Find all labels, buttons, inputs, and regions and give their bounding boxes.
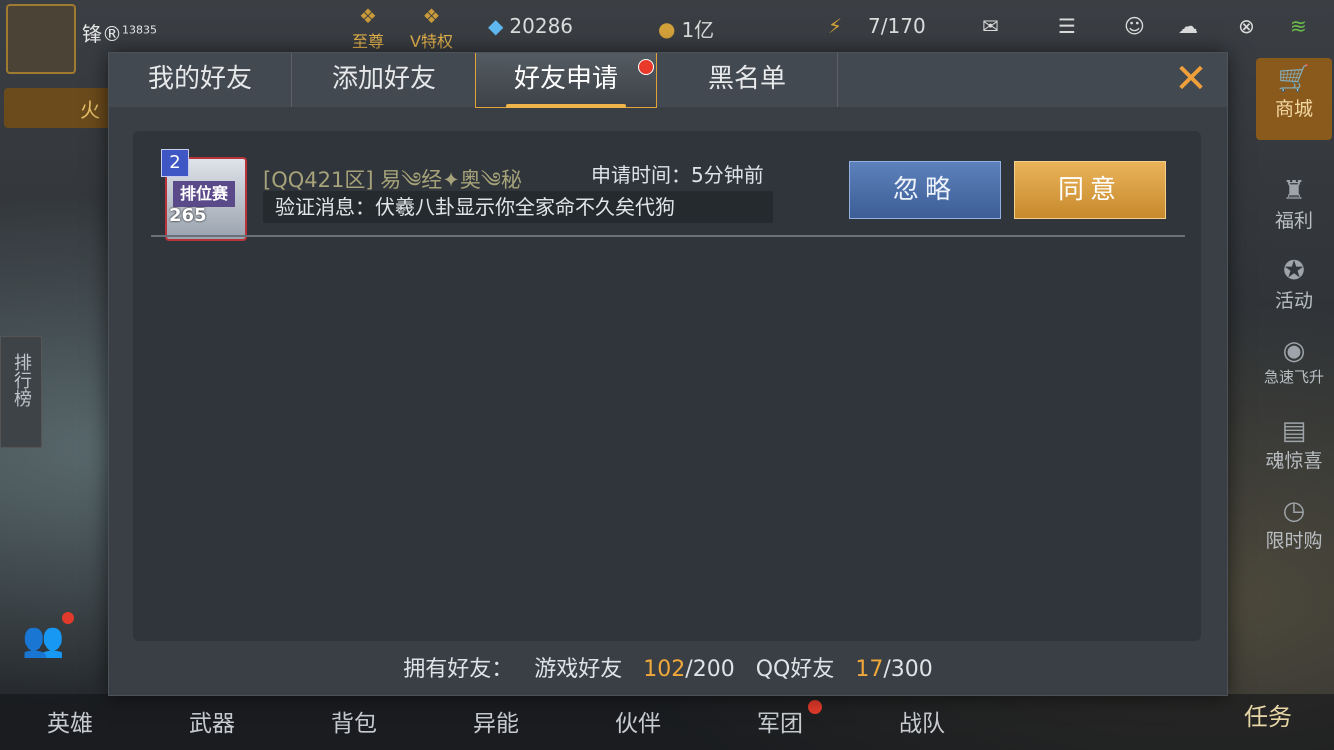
level-badge: 2 <box>161 149 189 177</box>
shop-label: 商城 <box>1274 98 1313 120</box>
top-hud: 锋®13835 ❖ 至尊 ❖ V特权 ◆ 20286 ● 1亿 ⚡ 7/170 … <box>0 0 1334 74</box>
tab-friend-requests[interactable]: 好友申请 <box>475 53 657 108</box>
gold-counter[interactable]: ● 1亿 <box>658 14 714 43</box>
vip-privilege-label: V特权 <box>410 32 453 51</box>
player-avatar[interactable] <box>6 4 76 74</box>
ignore-button[interactable]: 忽略 <box>849 161 1001 219</box>
nav-task[interactable]: 任务 <box>1244 697 1292 732</box>
request-time: 申请时间：5分钟前 <box>591 163 764 187</box>
footer-prefix: 拥有好友： <box>403 657 514 682</box>
list-icon: ☰ <box>1058 14 1076 38</box>
qq-friends-label: QQ好友 <box>755 657 835 682</box>
event-button[interactable]: ✪ 活动 <box>1254 256 1334 313</box>
levelup-label: 急速飞升 <box>1263 368 1324 386</box>
nav-ability[interactable]: 异能 <box>426 704 566 738</box>
network-button[interactable]: ⊗ <box>1238 14 1255 38</box>
close-button[interactable]: ✕ <box>1171 59 1211 99</box>
diamond-icon: ◆ <box>488 14 504 38</box>
notification-dot <box>62 612 74 624</box>
nav-team[interactable]: 战队 <box>852 704 992 738</box>
chat-icon: ☁ <box>1178 14 1198 38</box>
nav-weapon[interactable]: 武器 <box>142 704 282 738</box>
qq-friends-max: /300 <box>883 657 933 682</box>
legion-notification-dot <box>808 700 822 714</box>
welfare-button[interactable]: ♜ 福利 <box>1254 176 1334 233</box>
tab-friend-requests-label: 好友申请 <box>513 64 618 94</box>
player-id: 13835 <box>122 23 157 37</box>
nav-bag[interactable]: 背包 <box>284 704 424 738</box>
mail-icon: ✉ <box>982 14 999 38</box>
vip-supreme[interactable]: ❖ 至尊 <box>352 4 384 52</box>
nav-partner[interactable]: 伙伴 <box>568 704 708 738</box>
game-friends-max: /200 <box>685 657 735 682</box>
leaderboard-label: 排行榜 <box>11 353 32 407</box>
friends-icon[interactable]: 👥 <box>22 620 74 668</box>
energy-value: 7/170 <box>868 14 926 38</box>
friend-count-footer: 拥有好友： 游戏好友 102/200 QQ好友 17/300 <box>109 651 1227 683</box>
shop-button[interactable]: 🛒 商城 <box>1256 58 1332 140</box>
rank-score: 265 <box>169 205 207 226</box>
event-label: 活动 <box>1274 290 1313 312</box>
nav-legion[interactable]: 军团 <box>710 704 850 738</box>
welfare-label: 福利 <box>1274 210 1313 232</box>
robot-icon: ♜ <box>1282 176 1306 206</box>
right-menu: 🛒 商城 ♜ 福利 ✪ 活动 ◉ 急速飞升 ▤ 魂惊喜 ◷ 限时购 <box>1254 58 1334 598</box>
diamond-value: 20286 <box>509 14 574 38</box>
leaderboard-tab[interactable]: 排行榜 <box>0 336 42 448</box>
vip-supreme-label: 至尊 <box>352 32 385 51</box>
bottom-nav: 英雄 武器 背包 异能 伙伴 军团 战队 任务 <box>0 694 1334 750</box>
verification-message: 验证消息：伏羲八卦显示你全家命不久矣代狗 <box>263 191 773 223</box>
wings-icon: ❖ <box>359 4 377 28</box>
player-name: 锋®13835 <box>82 18 157 47</box>
player-name-text: 锋® <box>82 22 122 46</box>
link-icon: ⊗ <box>1238 14 1255 38</box>
left-badge[interactable]: 火 <box>4 88 112 128</box>
ranked-emblem: 排位赛 <box>173 181 235 207</box>
diamond-counter[interactable]: ◆ 20286 <box>488 14 573 38</box>
levelup-button[interactable]: ◉ 急速飞升 <box>1254 336 1334 387</box>
soul-surprise-button[interactable]: ▤ 魂惊喜 <box>1254 416 1334 473</box>
row-divider <box>151 235 1185 237</box>
v-wings-icon: ❖ <box>422 4 441 28</box>
requester-avatar[interactable]: 排位赛 2 265 <box>157 147 247 241</box>
qq-button[interactable]: ☺ <box>1124 14 1145 38</box>
vip-privilege[interactable]: ❖ V特权 <box>410 4 453 52</box>
left-badge-text: 火 <box>80 98 100 122</box>
mail-button[interactable]: ✉ <box>982 14 999 38</box>
close-icon: ✕ <box>1174 56 1208 102</box>
game-friends-count: 102 <box>643 657 686 682</box>
wifi-icon: ≋ <box>1290 14 1307 38</box>
friends-dialog: 我的好友 添加好友 好友申请 黑名单 ✕ 排位赛 2 265 [QQ421区] … <box>108 52 1228 696</box>
gold-value: 1亿 <box>681 18 715 42</box>
clock-icon: ◷ <box>1282 496 1306 526</box>
eye-icon: ◉ <box>1282 336 1306 366</box>
qq-friends-count: 17 <box>855 657 884 682</box>
tab-add-friend[interactable]: 添加好友 <box>293 53 476 107</box>
tab-bar: 我的好友 添加好友 好友申请 黑名单 ✕ <box>109 53 1227 108</box>
soul-surprise-label: 魂惊喜 <box>1265 450 1323 472</box>
wifi-indicator: ≋ <box>1290 14 1307 38</box>
lightning-icon: ⚡ <box>828 14 843 38</box>
star-icon: ✪ <box>1283 256 1305 286</box>
request-notification-dot <box>638 59 654 75</box>
menu-button[interactable]: ☰ <box>1058 14 1076 38</box>
chat-button[interactable]: ☁ <box>1178 14 1198 38</box>
book-icon: ▤ <box>1281 416 1307 446</box>
cart-icon: 🛒 <box>1277 64 1311 94</box>
gold-coin-icon: ● <box>658 16 676 41</box>
tab-my-friends[interactable]: 我的好友 <box>109 53 292 107</box>
tab-blacklist[interactable]: 黑名单 <box>657 53 838 107</box>
game-friends-label: 游戏好友 <box>534 657 623 682</box>
shop-item: 🛒 商城 <box>1256 64 1332 121</box>
limited-sale-label: 限时购 <box>1265 530 1323 552</box>
limited-sale-button[interactable]: ◷ 限时购 <box>1254 496 1334 553</box>
agree-button[interactable]: 同意 <box>1014 161 1166 219</box>
qq-icon: ☺ <box>1124 14 1145 38</box>
nav-hero[interactable]: 英雄 <box>0 704 140 738</box>
energy-counter[interactable]: ⚡ 7/170 <box>828 14 926 38</box>
